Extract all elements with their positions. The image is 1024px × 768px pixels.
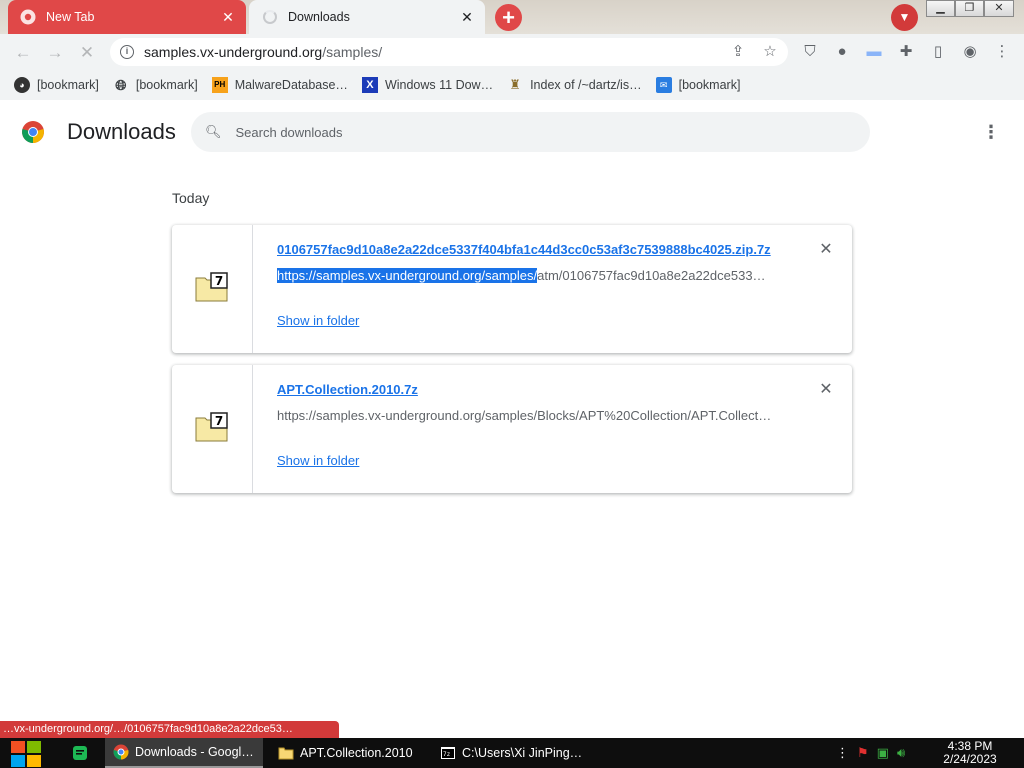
folder-person-icon: ♜: [509, 77, 521, 92]
folder-icon: [278, 747, 294, 760]
taskbar-app-folder[interactable]: APT.Collection.2010: [270, 738, 420, 768]
chat-app-icon[interactable]: [72, 745, 88, 761]
tab-strip: New Tab ✕ Downloads ✕ + ▼ ▁ ❐ ✕: [0, 0, 1024, 34]
bookmark-item[interactable]: 🌐︎ [bookmark]: [113, 77, 198, 93]
side-panel-icon[interactable]: ▯: [929, 43, 947, 61]
taskbar-app-label: APT.Collection.2010: [300, 746, 413, 760]
windows-start-icon[interactable]: [8, 740, 44, 768]
url-remainder: atm/0106757fac9d10a8e2a22dce533…: [537, 268, 766, 283]
page-title: Downloads: [67, 119, 176, 144]
file-icon-column: 7: [172, 225, 253, 353]
bookmark-item[interactable]: X Windows 11 Dow…: [361, 77, 494, 93]
volume-icon[interactable]: 🔊︎: [897, 745, 905, 761]
7z-archive-icon: 7: [195, 412, 228, 442]
search-placeholder: Search downloads: [235, 124, 343, 140]
extensions-puzzle-icon[interactable]: ✚: [897, 43, 915, 61]
selected-url-text: https://samples.vx-underground.org/sampl…: [277, 268, 538, 283]
downloads-page: Downloads 🔍︎ Search downloads ⋮ Today 7 …: [0, 104, 1024, 720]
ublock-shield-icon[interactable]: ⛉: [801, 43, 819, 61]
show-in-folder-link[interactable]: Show in folder: [277, 453, 359, 468]
bookmark-star-icon[interactable]: ☆: [761, 43, 779, 61]
terminal-icon: 7z: [441, 747, 455, 759]
extension-avatar-icon[interactable]: ●: [833, 43, 851, 61]
bookmark-label: Index of /~dartz/is…: [530, 78, 642, 92]
bookmark-item[interactable]: ✉ [bookmark]: [655, 77, 741, 93]
chrome-logo-icon: [22, 121, 44, 143]
download-item: 7 APT.Collection.2010.7z https://samples…: [172, 365, 852, 493]
section-date-label: Today: [172, 190, 210, 206]
downloads-header: Downloads 🔍︎ Search downloads ⋮: [0, 104, 1024, 160]
chrome-icon: [20, 9, 36, 25]
tab-downloads[interactable]: Downloads ✕: [249, 0, 485, 34]
minimize-button[interactable]: ▁: [926, 0, 955, 17]
ph-icon: PH: [211, 77, 228, 93]
browser-menu-icon[interactable]: ⋮: [993, 43, 1011, 61]
bookmark-item[interactable]: ◕ [bookmark]: [14, 77, 99, 93]
globe-icon: 🌐︎: [115, 77, 127, 93]
show-in-folder-link[interactable]: Show in folder: [277, 313, 359, 328]
flag-icon[interactable]: ⚑: [857, 745, 869, 761]
bookmark-label: [bookmark]: [37, 78, 99, 92]
bookmark-item[interactable]: ♜ Index of /~dartz/is…: [507, 77, 642, 93]
address-path: /samples/: [322, 44, 383, 60]
close-tab-icon[interactable]: ✕: [218, 9, 238, 26]
extension-flag-icon[interactable]: ▬: [865, 43, 883, 61]
bookmarks-bar: ◕ [bookmark] 🌐︎ [bookmark] PH MalwareDat…: [0, 70, 1024, 100]
system-clock[interactable]: 4:38 PM 2/24/2023: [930, 740, 1010, 766]
github-icon: ◕: [14, 77, 30, 93]
x-icon: X: [361, 77, 378, 93]
restore-button[interactable]: ❐: [955, 0, 984, 17]
svg-text:7z: 7z: [443, 751, 451, 758]
share-icon[interactable]: ⇪: [729, 43, 747, 61]
clock-date: 2/24/2023: [943, 752, 997, 766]
bookmark-label: [bookmark]: [678, 78, 741, 92]
search-downloads-input[interactable]: 🔍︎ Search downloads: [191, 112, 870, 152]
system-tray: ⋮ ⚑ ▣ 🔊︎: [836, 738, 913, 768]
remove-download-icon[interactable]: ✕: [816, 240, 836, 260]
back-button[interactable]: ←: [10, 40, 36, 66]
taskbar-app-label: Downloads - Googl…: [135, 745, 254, 759]
more-actions-icon[interactable]: ⋮: [982, 120, 1000, 144]
taskbar-app-terminal[interactable]: 7z C:\Users\Xi JinPing…: [432, 738, 590, 768]
svg-text:7: 7: [215, 274, 223, 288]
tab-title: Downloads: [288, 10, 350, 24]
address-host: samples.vx-underground.org: [144, 44, 323, 60]
remove-download-icon[interactable]: ✕: [816, 380, 836, 400]
search-icon: 🔍︎: [205, 124, 222, 139]
new-tab-button[interactable]: +: [495, 4, 522, 31]
tab-search-button[interactable]: ▼: [891, 4, 918, 31]
close-tab-icon[interactable]: ✕: [457, 9, 477, 26]
bookmark-label: [bookmark]: [135, 78, 198, 92]
tab-title: New Tab: [46, 10, 95, 24]
bookmark-item[interactable]: PH MalwareDatabase…: [211, 77, 348, 93]
network-icon[interactable]: ▣: [877, 745, 889, 761]
download-source-url[interactable]: https://samples.vx-underground.org/sampl…: [277, 268, 777, 283]
taskbar-app-label: C:\Users\Xi JinPing…: [462, 746, 583, 760]
toolbar: ← → ✕ i samples.vx-underground.org /samp…: [0, 34, 1024, 70]
chrome-icon: [113, 744, 129, 760]
address-bar[interactable]: i samples.vx-underground.org /samples/: [110, 38, 788, 66]
tab-new-tab[interactable]: New Tab ✕: [8, 0, 246, 34]
profile-avatar-icon[interactable]: ◉: [961, 43, 979, 61]
svg-text:7: 7: [215, 414, 223, 428]
tray-overflow-icon[interactable]: ⋮: [836, 745, 849, 761]
taskbar: Downloads - Googl… APT.Collection.2010 7…: [0, 738, 1024, 768]
link-status-bubble: …vx-underground.org/…/0106757fac9d10a8e2…: [0, 721, 339, 738]
url-remainder: https://samples.vx-underground.org/sampl…: [277, 408, 772, 423]
forward-button[interactable]: →: [42, 40, 68, 66]
blue-badge-icon: ✉: [655, 77, 672, 93]
download-filename-link[interactable]: APT.Collection.2010.7z: [277, 382, 418, 397]
stop-reload-button[interactable]: ✕: [74, 40, 100, 66]
7z-archive-icon: 7: [195, 272, 228, 302]
taskbar-app-chrome[interactable]: Downloads - Googl…: [105, 738, 263, 768]
site-info-icon[interactable]: i: [120, 45, 134, 59]
download-item: 7 0106757fac9d10a8e2a22dce5337f404bfa1c4…: [172, 225, 852, 353]
loading-spinner-icon: [263, 10, 277, 24]
window-close-button[interactable]: ✕: [984, 0, 1014, 17]
bookmark-label: MalwareDatabase…: [234, 78, 348, 92]
download-filename-link[interactable]: 0106757fac9d10a8e2a22dce5337f404bfa1c44d…: [277, 242, 771, 257]
file-icon-column: 7: [172, 365, 253, 493]
download-source-url[interactable]: https://samples.vx-underground.org/sampl…: [277, 408, 777, 423]
bookmark-label: Windows 11 Dow…: [384, 78, 494, 92]
